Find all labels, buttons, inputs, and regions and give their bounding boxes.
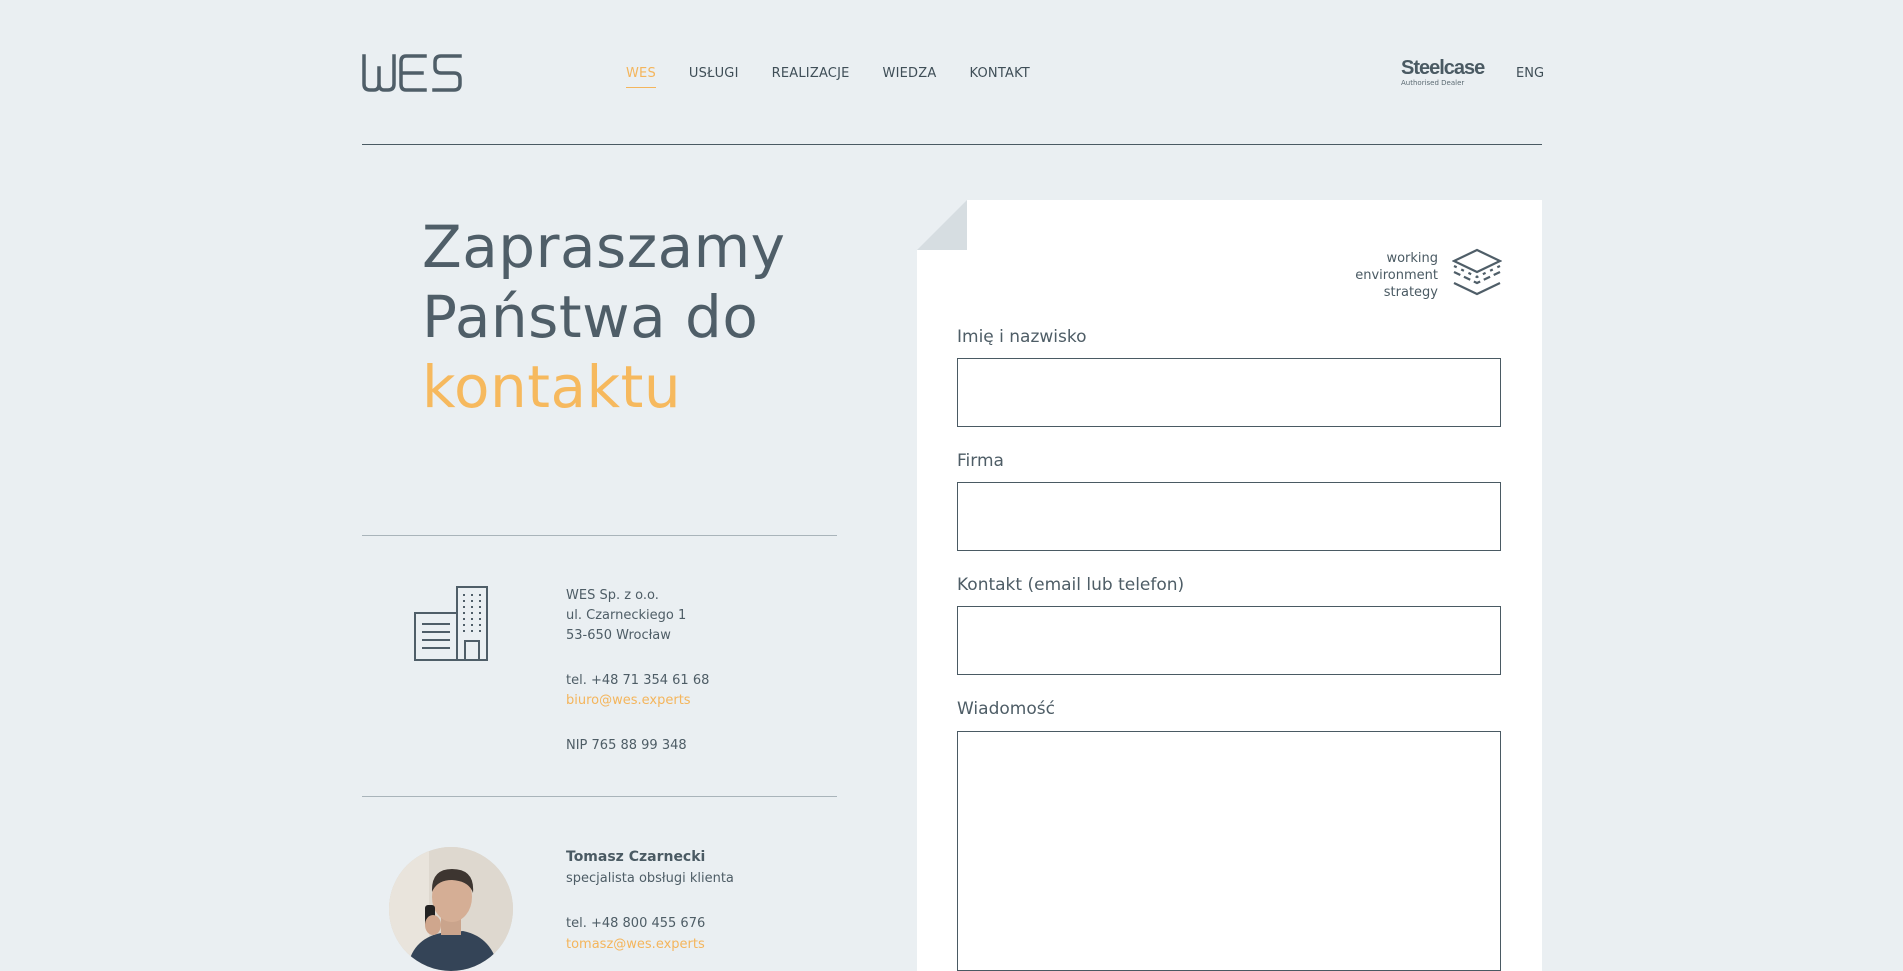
message-label: Wiadomość (957, 699, 1055, 719)
badge-line-1: working (1386, 250, 1438, 266)
nav-item-wes[interactable]: WES (626, 66, 656, 88)
title-line-1: Zapraszamy (422, 213, 786, 281)
person-phone[interactable]: tel. +48 800 455 676 (566, 913, 734, 934)
section-divider (362, 796, 837, 797)
wes-badge: working environment strategy (1355, 248, 1503, 302)
company-phone[interactable]: tel. +48 71 354 61 68 (566, 671, 709, 691)
person-email-link[interactable]: tomasz@wes.experts (566, 934, 734, 955)
company-nip: NIP 765 88 99 348 (566, 738, 687, 753)
company-info: WES Sp. z o.o. ul. Czarneckiego 1 53-650… (566, 586, 709, 756)
company-email-link[interactable]: biuro@wes.experts (566, 691, 709, 711)
header-divider (362, 144, 1542, 145)
title-line-2: Państwa do (422, 283, 759, 351)
avatar (389, 847, 513, 971)
contact-field[interactable] (957, 606, 1501, 675)
badge-line-2: environment (1355, 267, 1438, 283)
title-line-3: kontaktu (422, 353, 682, 421)
steelcase-subtitle: Authorised Dealer (1401, 79, 1465, 87)
contact-form: working environment strategy Imię i nazw… (917, 200, 1542, 971)
message-textarea[interactable] (957, 731, 1501, 971)
building-icon (414, 586, 490, 666)
contact-person: Tomasz Czarnecki specjalista obsługi kli… (566, 847, 734, 955)
wes-logo[interactable] (362, 54, 462, 94)
steelcase-logo[interactable]: Steelcase Authorised Dealer (1401, 57, 1485, 87)
company-city: 53-650 Wrocław (566, 628, 671, 643)
nav-item-realizacje[interactable]: REALIZACJE (772, 66, 850, 88)
badge-text: working environment strategy (1355, 250, 1438, 301)
nav-item-uslugi[interactable]: USŁUGI (689, 66, 739, 88)
badge-line-3: strategy (1383, 284, 1438, 300)
nav-item-wiedza[interactable]: WIEDZA (883, 66, 937, 88)
section-divider (362, 535, 837, 536)
main-nav: WES USŁUGI REALIZACJE WIEDZA KONTAKT (626, 66, 1063, 88)
name-label: Imię i nazwisko (957, 327, 1087, 347)
person-role: specjalista obsługi klienta (566, 871, 734, 886)
folded-corner (917, 200, 967, 250)
company-field[interactable] (957, 482, 1501, 551)
steelcase-name: Steelcase (1401, 57, 1485, 79)
name-field[interactable] (957, 358, 1501, 427)
company-name: WES Sp. z o.o. (566, 588, 659, 603)
contact-label: Kontakt (email lub telefon) (957, 575, 1185, 595)
company-label: Firma (957, 451, 1004, 471)
nav-item-kontakt[interactable]: KONTAKT (969, 66, 1029, 88)
language-switch[interactable]: ENG (1516, 66, 1544, 81)
company-street: ul. Czarneckiego 1 (566, 608, 687, 623)
layers-icon (1451, 248, 1503, 302)
person-name: Tomasz Czarnecki (566, 849, 706, 865)
page-title: Zapraszamy Państwa do kontaktu (422, 212, 786, 422)
